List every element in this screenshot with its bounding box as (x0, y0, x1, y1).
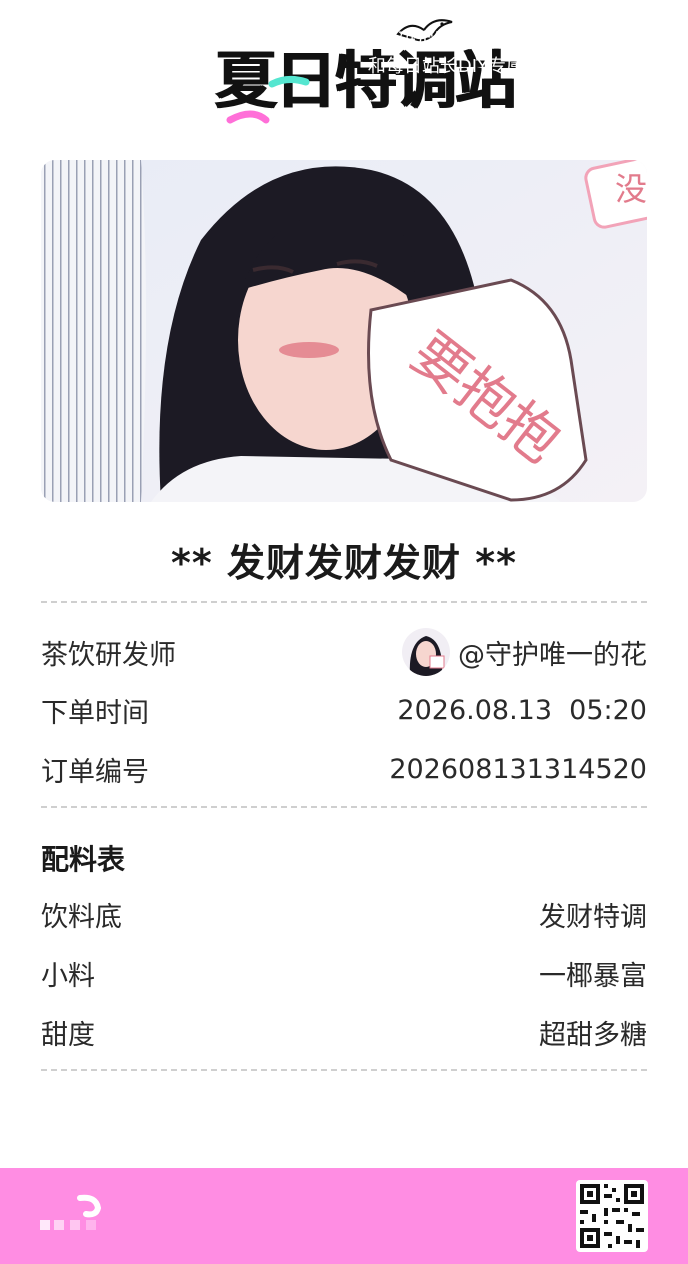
row-base: 饮料底 发财特调 (41, 894, 647, 934)
divider (41, 806, 647, 808)
row-label: 订单编号 (41, 756, 149, 788)
divider (41, 601, 647, 603)
brand-logo: 夏日特调站 (0, 14, 688, 124)
row-label: 饮料底 (41, 901, 122, 933)
developer-name[interactable]: @守护唯一的花 (458, 633, 647, 672)
ingredients-heading: 配料表 (41, 843, 126, 876)
row-value: 一椰暴富 (539, 960, 647, 992)
row-value: 超甜多糖 (539, 1019, 647, 1051)
order-time: 2026.08.13 05:20 (397, 694, 647, 726)
row-label: 小料 (41, 960, 95, 992)
corner-sign-text: 没 (615, 170, 647, 208)
row-order-number: 订单编号 202608131314520 (41, 749, 647, 789)
row-order-time: 下单时间 2026.08.13 05:20 (41, 690, 647, 730)
row-topping: 小料 一椰暴富 (41, 953, 647, 993)
footer-text: 扫码定制你的夏日特调 和每日站长DIY专属小票 (368, 28, 560, 80)
hero-photo: 要抱抱 没 (41, 160, 647, 502)
row-developer: 茶饮研发师 @守护唯一的花 (41, 628, 647, 676)
avatar[interactable] (402, 628, 450, 676)
footer-line-2: 和每日站长DIY专属小票 (367, 56, 560, 77)
row-sweetness: 甜度 超甜多糖 (41, 1012, 647, 1052)
row-label: 茶饮研发师 (41, 639, 176, 671)
divider (41, 1069, 647, 1071)
logo-pink-stroke (226, 110, 270, 124)
footer-line-1: 扫码定制你的夏日特调 (380, 30, 560, 51)
row-label: 甜度 (41, 1019, 95, 1051)
corner-sign: 没 (584, 160, 647, 229)
drink-title: ** 发财发财发财 ** (171, 541, 517, 585)
footer-logo-icon (40, 1194, 102, 1230)
order-number: 202608131314520 (389, 753, 647, 785)
row-label: 下单时间 (41, 697, 149, 729)
row-value: 发财特调 (539, 901, 647, 933)
logo-mint-stroke (268, 75, 310, 88)
qr-code[interactable] (576, 1180, 648, 1252)
